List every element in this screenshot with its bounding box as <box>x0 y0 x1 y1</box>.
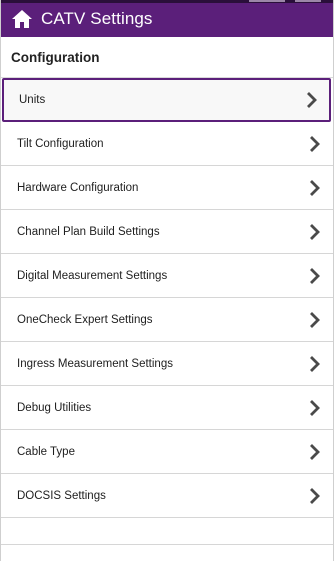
list-item-label: Debug Utilities <box>17 401 92 414</box>
chevron-right-icon <box>310 223 320 240</box>
title-bar: CATV Settings <box>1 0 333 37</box>
list-item-ingress-measurement-settings[interactable]: Ingress Measurement Settings <box>1 342 333 386</box>
list-item-debug-utilities[interactable]: Debug Utilities <box>1 386 333 430</box>
chevron-right-icon <box>310 443 320 460</box>
list-item-label: OneCheck Expert Settings <box>17 313 153 326</box>
status-indicator <box>249 0 285 2</box>
chevron-right-icon <box>310 267 320 284</box>
status-indicator <box>295 0 321 2</box>
list-item-units[interactable]: Units <box>2 78 331 122</box>
chevron-right-icon <box>310 487 320 504</box>
list-item-label: Hardware Configuration <box>17 181 139 194</box>
list-item-tilt-configuration[interactable]: Tilt Configuration <box>1 122 333 166</box>
list-item-label: DOCSIS Settings <box>17 489 106 502</box>
list-item-label: Tilt Configuration <box>17 137 104 150</box>
list-item-docsis-settings[interactable]: DOCSIS Settings <box>1 474 333 518</box>
list-item-label: Cable Type <box>17 445 75 458</box>
list-item-label: Ingress Measurement Settings <box>17 357 173 370</box>
chevron-right-icon <box>310 355 320 372</box>
home-icon <box>12 9 32 28</box>
list-item-label: Units <box>19 94 46 106</box>
settings-screen: CATV Settings Configuration Units Tilt C… <box>0 0 334 562</box>
list-end-area <box>1 544 333 562</box>
list-item-digital-measurement-settings[interactable]: Digital Measurement Settings <box>1 254 333 298</box>
chevron-right-icon <box>307 92 317 108</box>
list-item-label: Digital Measurement Settings <box>17 269 168 282</box>
list-item-onecheck-expert-settings[interactable]: OneCheck Expert Settings <box>1 298 333 342</box>
section-header: Configuration <box>1 37 333 78</box>
chevron-right-icon <box>310 399 320 416</box>
list-item-cable-type[interactable]: Cable Type <box>1 430 333 474</box>
settings-list: Units Tilt Configuration Hardware Config… <box>1 78 333 518</box>
list-item-label: Channel Plan Build Settings <box>17 225 160 238</box>
chevron-right-icon <box>310 135 320 152</box>
section-title: Configuration <box>11 49 100 65</box>
home-button[interactable] <box>7 0 37 37</box>
app-title: CATV Settings <box>41 8 153 28</box>
chevron-right-icon <box>310 179 320 196</box>
chevron-right-icon <box>310 311 320 328</box>
list-item-channel-plan-build-settings[interactable]: Channel Plan Build Settings <box>1 210 333 254</box>
list-item-hardware-configuration[interactable]: Hardware Configuration <box>1 166 333 210</box>
status-strip <box>1 0 333 3</box>
